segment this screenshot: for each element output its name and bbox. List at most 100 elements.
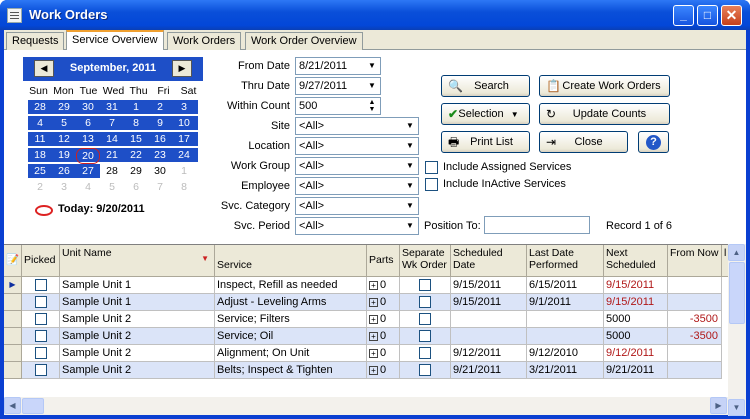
separate-wk-order-cell[interactable] xyxy=(400,311,451,328)
scroll-down-icon[interactable]: ▼ xyxy=(728,399,745,416)
from-now-cell[interactable]: -3500 xyxy=(668,311,722,328)
last-date-cell[interactable] xyxy=(527,311,604,328)
separate-wk-order-checkbox[interactable] xyxy=(419,279,431,291)
separate-wk-order-checkbox[interactable] xyxy=(419,313,431,325)
separate-wk-order-checkbox[interactable] xyxy=(419,330,431,342)
update-counts-button[interactable]: ↻ Update Counts xyxy=(539,103,670,125)
row-selector[interactable] xyxy=(4,294,22,311)
calendar-day[interactable]: 29 xyxy=(124,164,148,178)
last-date-cell[interactable]: 9/1/2011 xyxy=(527,294,604,311)
col-next-scheduled[interactable]: Next Scheduled xyxy=(604,245,668,277)
print-list-button[interactable]: 🖶 Print List xyxy=(441,131,530,153)
col-picked[interactable]: Picked xyxy=(22,245,60,277)
calendar-day[interactable]: 28 xyxy=(100,164,124,178)
parts-cell[interactable]: +0 xyxy=(367,328,400,345)
employee-select[interactable]: <All> ▼ xyxy=(295,177,419,195)
picked-cell[interactable] xyxy=(22,345,60,362)
parts-cell[interactable]: +0 xyxy=(367,277,400,294)
next-scheduled-cell[interactable]: 9/21/2011 xyxy=(604,362,668,379)
picked-checkbox[interactable] xyxy=(34,296,47,308)
scheduled-date-cell[interactable]: 9/15/2011 xyxy=(451,294,527,311)
service-cell[interactable]: Alignment; On Unit xyxy=(215,345,367,362)
col-separate-wk-order[interactable]: Separate Wk Order xyxy=(400,245,451,277)
chevron-down-icon[interactable]: ▼ xyxy=(403,139,417,153)
calendar-day[interactable]: 12 xyxy=(52,132,76,146)
calendar-day[interactable]: 7 xyxy=(100,116,124,130)
separate-wk-order-cell[interactable] xyxy=(400,277,451,294)
scheduled-date-cell[interactable] xyxy=(451,311,527,328)
horizontal-scroll-thumb[interactable] xyxy=(22,398,44,414)
chevron-down-icon[interactable]: ▼ xyxy=(403,179,417,193)
tab-work-orders[interactable]: Work Orders xyxy=(167,32,242,50)
close-button[interactable]: ⇥ Close xyxy=(539,131,628,153)
calendar-day[interactable]: 3 xyxy=(52,180,76,194)
calendar-day[interactable]: 25 xyxy=(28,164,52,178)
horizontal-scrollbar[interactable]: ◀ ▶ xyxy=(4,397,728,415)
location-select[interactable]: <All> ▼ xyxy=(295,137,419,155)
next-scheduled-cell[interactable]: 9/15/2011 xyxy=(604,277,668,294)
calendar-day[interactable]: 8 xyxy=(124,116,148,130)
maximize-button[interactable]: □ xyxy=(697,5,718,26)
grid-notes-icon[interactable]: 📝 xyxy=(4,245,22,277)
calendar-day[interactable]: 6 xyxy=(124,180,148,194)
title-bar[interactable]: Work Orders _ □ ✕ xyxy=(0,0,750,30)
separate-wk-order-checkbox[interactable] xyxy=(419,296,431,308)
picked-checkbox[interactable] xyxy=(34,347,47,359)
next-scheduled-cell[interactable]: 9/15/2011 xyxy=(604,294,668,311)
vertical-scroll-thumb[interactable] xyxy=(729,262,745,324)
tab-service-overview[interactable]: Service Overview xyxy=(66,30,164,51)
scroll-left-icon[interactable]: ◀ xyxy=(4,397,21,414)
picked-cell[interactable] xyxy=(22,311,60,328)
help-button[interactable]: ? xyxy=(638,131,669,153)
tab-requests[interactable]: Requests xyxy=(6,32,65,50)
expand-plus-icon[interactable]: + xyxy=(369,331,378,341)
calendar-day[interactable]: 30 xyxy=(76,100,100,114)
separate-wk-order-cell[interactable] xyxy=(400,362,451,379)
thru-date-picker[interactable]: 9/27/2011 ▼ xyxy=(295,77,381,95)
col-scheduled-date[interactable]: Scheduled Date xyxy=(451,245,527,277)
from-now-cell[interactable] xyxy=(668,362,722,379)
calendar-day[interactable]: 16 xyxy=(148,132,172,146)
picked-checkbox[interactable] xyxy=(34,330,47,342)
chevron-down-icon[interactable]: ▼ xyxy=(403,159,417,173)
picked-checkbox[interactable] xyxy=(34,313,47,325)
calendar-day[interactable]: 7 xyxy=(148,180,172,194)
row-selector[interactable] xyxy=(4,345,22,362)
calendar-day[interactable]: 21 xyxy=(100,148,124,162)
expand-plus-icon[interactable]: + xyxy=(369,365,378,375)
calendar-day[interactable]: 18 xyxy=(28,148,52,162)
parts-cell[interactable]: +0 xyxy=(367,294,400,311)
calendar-day[interactable]: 26 xyxy=(52,164,76,178)
svc-period-select[interactable]: <All> ▼ xyxy=(295,217,419,235)
calendar-day[interactable]: 5 xyxy=(52,116,76,130)
expand-plus-icon[interactable]: + xyxy=(369,314,378,324)
calendar-day[interactable]: 4 xyxy=(28,116,52,130)
calendar-day[interactable]: 6 xyxy=(76,116,100,130)
calendar-day-today[interactable]: 20 xyxy=(76,148,100,164)
chevron-down-icon[interactable]: ▼ xyxy=(365,59,379,73)
col-service[interactable]: Service xyxy=(215,245,367,277)
next-month-button[interactable]: ▶ xyxy=(172,60,192,77)
today-label[interactable]: Today: 9/20/2011 xyxy=(58,203,145,215)
prev-month-button[interactable]: ◀ xyxy=(34,60,54,77)
last-date-cell[interactable] xyxy=(527,328,604,345)
tab-work-order-overview[interactable]: Work Order Overview xyxy=(245,32,363,50)
col-parts[interactable]: Parts xyxy=(367,245,400,277)
chevron-down-icon[interactable]: ▼ xyxy=(403,199,417,213)
selection-button[interactable]: ✔ Selection ▼ xyxy=(441,103,530,125)
picked-cell[interactable] xyxy=(22,294,60,311)
include-inactive-checkbox[interactable] xyxy=(425,178,438,191)
separate-wk-order-checkbox[interactable] xyxy=(419,364,431,376)
parts-cell[interactable]: +0 xyxy=(367,311,400,328)
separate-wk-order-cell[interactable] xyxy=(400,294,451,311)
picked-cell[interactable] xyxy=(22,328,60,345)
site-select[interactable]: <All> ▼ xyxy=(295,117,419,135)
picked-cell[interactable] xyxy=(22,277,60,294)
chevron-down-icon[interactable]: ▼ xyxy=(403,119,417,133)
calendar-day[interactable]: 2 xyxy=(148,100,172,114)
next-scheduled-cell[interactable]: 5000 xyxy=(604,311,668,328)
scheduled-date-cell[interactable]: 9/12/2011 xyxy=(451,345,527,362)
unit-name-cell[interactable]: Sample Unit 1 xyxy=(60,294,215,311)
calendar-day[interactable]: 28 xyxy=(28,100,52,114)
service-cell[interactable]: Service; Oil xyxy=(215,328,367,345)
